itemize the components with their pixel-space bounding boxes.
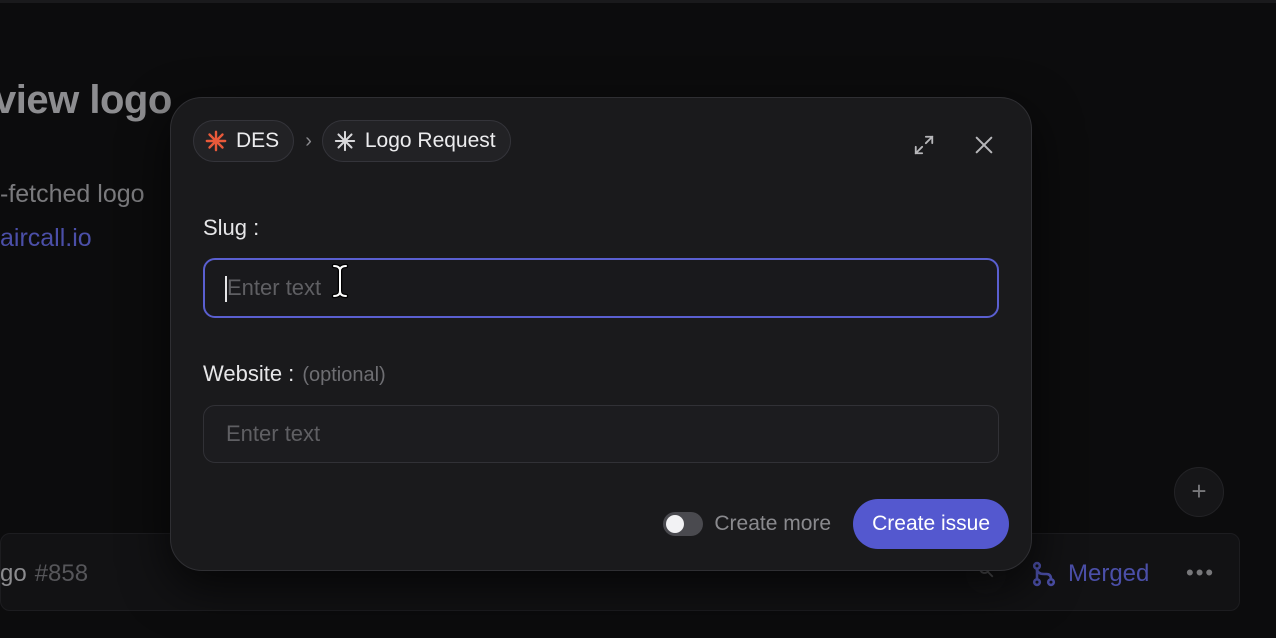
optional-hint: (optional) [302, 364, 386, 386]
merged-status: Merged [1030, 556, 1149, 592]
website-label: Website : (optional) [203, 361, 386, 387]
background-pr-name: go [0, 560, 27, 587]
modal-footer: Create more Create issue [663, 499, 1009, 549]
website-input[interactable] [203, 405, 999, 463]
merged-label: Merged [1068, 560, 1150, 587]
team-chip[interactable]: DES [193, 120, 295, 162]
asterisk-icon [205, 130, 227, 152]
plus-icon: + [1174, 467, 1224, 517]
create-issue-modal: DES › Logo Request Slug : Enter text Web… [170, 97, 1032, 571]
slug-input[interactable] [203, 258, 999, 318]
breadcrumb: DES › Logo Request [193, 120, 511, 162]
create-more-label: Create more [714, 512, 832, 535]
text-caret [225, 276, 227, 302]
top-border [0, 0, 1276, 3]
close-icon[interactable] [969, 130, 999, 160]
expand-icon[interactable] [909, 130, 939, 160]
template-chip[interactable]: Logo Request [321, 120, 511, 162]
website-label-text: Website : [203, 361, 295, 386]
asterisk-icon [334, 130, 356, 152]
background-issue-title: view logo [0, 78, 172, 122]
slug-label: Slug : [203, 215, 260, 240]
background-description: -fetched logo [0, 180, 145, 208]
text-cursor-icon [331, 263, 349, 299]
create-issue-button[interactable]: Create issue [853, 499, 1009, 549]
template-chip-label: Logo Request [364, 129, 496, 152]
team-chip-label: DES [236, 129, 280, 152]
background-pr-number: #858 [34, 560, 89, 587]
more-horizontal-icon: ••• [1186, 560, 1216, 585]
chevron-right-icon: › [305, 129, 312, 152]
background-pr-title: go #858 [0, 560, 88, 588]
create-more-toggle[interactable] [663, 512, 704, 536]
background-link: aircall.io [0, 224, 92, 252]
merge-icon [1032, 561, 1056, 587]
page: view logo -fetched logo aircall.io ll + … [0, 0, 1276, 638]
